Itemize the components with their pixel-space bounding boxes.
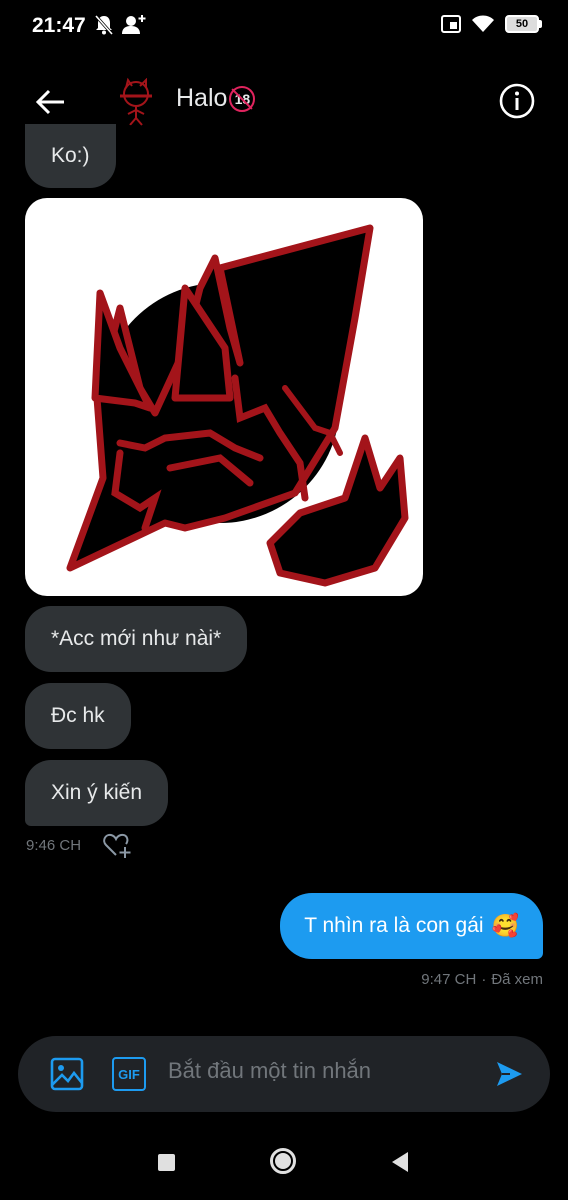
wifi-icon: [472, 15, 494, 32]
message-image[interactable]: [25, 198, 423, 596]
send-icon[interactable]: [494, 1059, 524, 1089]
sent-meta: 9:47 CH · Đã xem: [421, 971, 543, 988]
info-icon[interactable]: [498, 82, 536, 120]
message-timestamp: 9:46 CH: [26, 837, 82, 854]
message-bubble-incoming[interactable]: *Acc mới như nài*: [25, 606, 248, 672]
message-bubble-incoming[interactable]: Ko:): [25, 124, 116, 188]
back-arrow-icon[interactable]: [30, 82, 70, 122]
message-text: *Acc mới như nài*: [51, 627, 222, 650]
person-add-icon: [122, 15, 146, 34]
age-restricted-badge: 18: [229, 85, 256, 112]
contact-name: Halo: [176, 84, 228, 112]
sent-timestamp: 9:47 CH: [421, 971, 477, 988]
message-bubble-incoming[interactable]: Xin ý kiến: [25, 760, 169, 826]
status-time: 21:47: [32, 14, 86, 37]
message-input[interactable]: Bắt đầu một tin nhắn: [168, 1058, 371, 1084]
message-bubble-outgoing[interactable]: T nhìn ra là con gái 🥰: [280, 893, 543, 959]
smiling-hearts-emoji: 🥰: [491, 913, 519, 938]
message-text: Ko:): [51, 144, 90, 167]
gif-label: GIF: [118, 1066, 140, 1082]
message-text: T nhìn ra là con gái: [304, 914, 484, 937]
gif-button[interactable]: GIF: [112, 1057, 146, 1091]
status-right: 50: [441, 14, 542, 34]
avatar[interactable]: [112, 76, 162, 126]
status-icons-left: [94, 14, 146, 36]
meta-separator: ·: [481, 971, 487, 988]
nav-back-icon[interactable]: [390, 1151, 410, 1173]
recent-apps-button[interactable]: [158, 1154, 175, 1171]
message-text: Xin ý kiến: [51, 781, 143, 804]
image-icon[interactable]: [50, 1057, 84, 1091]
message-bubble-incoming[interactable]: Đc hk: [25, 683, 131, 749]
message-text: Đc hk: [51, 704, 105, 727]
seen-status: Đã xem: [491, 971, 543, 988]
drawing-artwork: [66, 224, 409, 587]
contact-name-row[interactable]: Halo 18: [176, 84, 256, 113]
sim-card-icon: [441, 15, 461, 33]
avatar-drawing: [120, 77, 152, 126]
battery-indicator: 50: [505, 15, 539, 33]
heart-add-icon[interactable]: [103, 831, 133, 859]
bell-muted-icon: [94, 15, 114, 35]
home-button[interactable]: [270, 1148, 296, 1174]
